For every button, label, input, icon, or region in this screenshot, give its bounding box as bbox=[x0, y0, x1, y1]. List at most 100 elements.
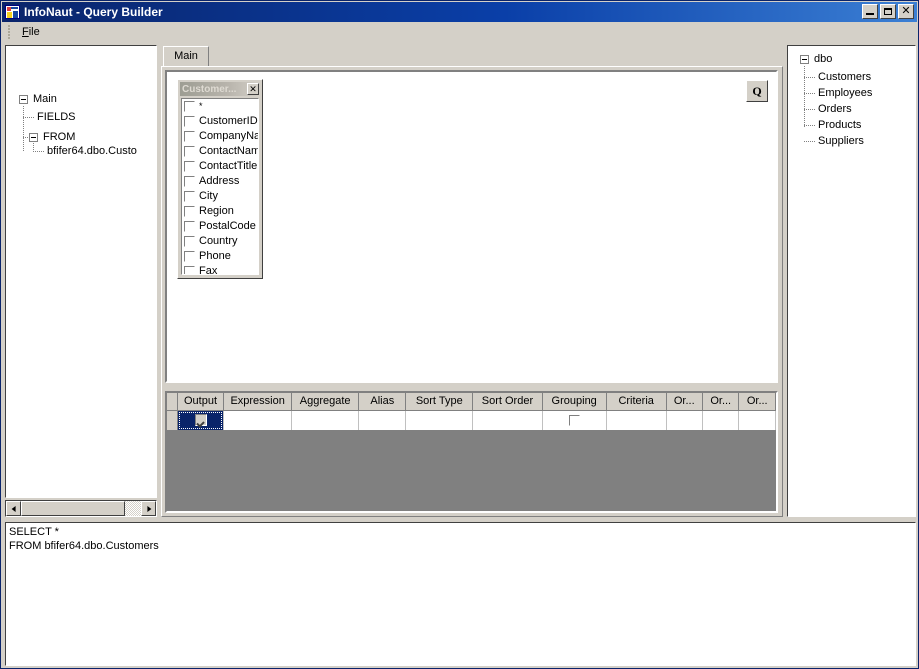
schema-tree-panel[interactable]: dbo Customers Employees Orders Products … bbox=[787, 45, 916, 517]
tree-node-fields[interactable]: FIELDS bbox=[37, 110, 76, 124]
menu-item-file-label-rest: ile bbox=[29, 26, 40, 38]
list-item[interactable]: PostalCode bbox=[182, 219, 258, 234]
field-checkbox[interactable] bbox=[184, 161, 195, 172]
grid-header-output[interactable]: Output bbox=[177, 393, 224, 410]
grid-cell-sort-order[interactable] bbox=[473, 410, 542, 430]
list-item[interactable]: ContactName bbox=[182, 144, 258, 159]
list-item[interactable]: CustomerID bbox=[182, 114, 258, 129]
grouping-checkbox[interactable] bbox=[569, 415, 580, 426]
tree-connector-vertical-dbo bbox=[804, 66, 805, 128]
field-checkbox[interactable] bbox=[184, 206, 195, 217]
grid-header-criteria[interactable]: Criteria bbox=[606, 393, 666, 410]
list-item[interactable]: Fax bbox=[182, 264, 258, 275]
grid-cell-alias[interactable] bbox=[359, 410, 406, 430]
field-checkbox[interactable] bbox=[184, 101, 195, 112]
grid-cell-grouping[interactable] bbox=[542, 410, 606, 430]
grid-header-alias[interactable]: Alias bbox=[359, 393, 406, 410]
field-label: City bbox=[199, 190, 218, 203]
field-label: CompanyName bbox=[199, 130, 259, 143]
list-item[interactable]: ContactTitle bbox=[182, 159, 258, 174]
grid-cell-expression[interactable] bbox=[224, 410, 292, 430]
tab-body: Q Customer... ✕ * CustomerID CompanyName… bbox=[161, 66, 783, 517]
list-item[interactable]: * bbox=[182, 99, 258, 114]
field-checkbox[interactable] bbox=[184, 236, 195, 247]
list-item[interactable]: Region bbox=[182, 204, 258, 219]
grid-header-grouping[interactable]: Grouping bbox=[542, 393, 606, 410]
run-query-button[interactable]: Q bbox=[746, 80, 768, 102]
sql-preview[interactable]: SELECT * FROM bfifer64.dbo.Customers bbox=[5, 522, 916, 666]
grid-header-or-3[interactable]: Or... bbox=[739, 393, 776, 410]
maximize-button[interactable] bbox=[880, 4, 896, 19]
grid-header-or-2[interactable]: Or... bbox=[703, 393, 739, 410]
menu-gripper[interactable] bbox=[5, 24, 13, 39]
grid-cell-or-3[interactable] bbox=[739, 410, 776, 430]
tree-node-from[interactable]: FROM bbox=[43, 130, 75, 144]
minimize-button[interactable] bbox=[862, 4, 878, 19]
scroll-left-icon[interactable] bbox=[6, 501, 21, 516]
tree-node-customers[interactable]: Customers bbox=[818, 70, 871, 84]
tree-expander-main[interactable] bbox=[19, 95, 28, 104]
field-checkbox[interactable] bbox=[184, 131, 195, 142]
application-window: InfoNaut - Query Builder ✕ File Main FIE… bbox=[0, 0, 919, 669]
list-item[interactable]: City bbox=[182, 189, 258, 204]
tree-expander-from[interactable] bbox=[29, 133, 38, 142]
tree-connector-vertical bbox=[23, 106, 24, 151]
tree-expander-dbo[interactable] bbox=[800, 55, 809, 64]
diagram-canvas[interactable]: Q Customer... ✕ * CustomerID CompanyName… bbox=[165, 70, 778, 383]
grid-cell-sort-type[interactable] bbox=[406, 410, 473, 430]
window-controls: ✕ bbox=[862, 4, 914, 19]
table-row[interactable] bbox=[167, 410, 776, 430]
field-label: Address bbox=[199, 175, 239, 188]
tab-strip: Main bbox=[161, 45, 783, 67]
list-item[interactable]: CompanyName bbox=[182, 129, 258, 144]
scroll-track[interactable] bbox=[21, 501, 141, 516]
grid-header-aggregate[interactable]: Aggregate bbox=[291, 393, 358, 410]
grid-cell-or-2[interactable] bbox=[703, 410, 739, 430]
field-checkbox[interactable] bbox=[184, 251, 195, 262]
list-item[interactable]: Phone bbox=[182, 249, 258, 264]
tree-node-suppliers[interactable]: Suppliers bbox=[818, 134, 864, 148]
menu-bar: File bbox=[2, 22, 917, 41]
grid-header-sort-order[interactable]: Sort Order bbox=[473, 393, 542, 410]
tree-node-products[interactable]: Products bbox=[818, 118, 861, 132]
close-button[interactable]: ✕ bbox=[898, 4, 914, 19]
list-item[interactable]: Country bbox=[182, 234, 258, 249]
tree-node-orders[interactable]: Orders bbox=[818, 102, 852, 116]
field-label: ContactTitle bbox=[199, 160, 257, 173]
table-window-close-icon[interactable]: ✕ bbox=[247, 83, 259, 95]
field-checkbox[interactable] bbox=[184, 221, 195, 232]
grid-cell-criteria[interactable] bbox=[606, 410, 666, 430]
grid-corner-header bbox=[167, 393, 177, 410]
field-label: * bbox=[199, 100, 203, 113]
grid-row-header[interactable] bbox=[167, 410, 177, 430]
scroll-thumb[interactable] bbox=[21, 501, 125, 516]
grid-cell-aggregate[interactable] bbox=[291, 410, 358, 430]
scroll-right-icon[interactable] bbox=[141, 501, 156, 516]
criteria-grid-table: Output Expression Aggregate Alias Sort T… bbox=[167, 393, 776, 431]
menu-item-file[interactable]: File bbox=[15, 24, 47, 40]
field-checkbox[interactable] bbox=[184, 191, 195, 202]
tree-node-main[interactable]: Main bbox=[33, 92, 57, 106]
tree-node-dbo[interactable]: dbo bbox=[814, 52, 832, 66]
table-window-customers[interactable]: Customer... ✕ * CustomerID CompanyName C… bbox=[177, 79, 263, 279]
criteria-grid[interactable]: Output Expression Aggregate Alias Sort T… bbox=[165, 391, 778, 513]
grid-header-sort-type[interactable]: Sort Type bbox=[406, 393, 473, 410]
query-structure-hscrollbar[interactable] bbox=[5, 500, 157, 517]
table-window-caption[interactable]: Customer... ✕ bbox=[180, 82, 260, 96]
field-checkbox[interactable] bbox=[184, 116, 195, 127]
grid-cell-or-1[interactable] bbox=[666, 410, 702, 430]
field-label: Country bbox=[199, 235, 238, 248]
table-field-list[interactable]: * CustomerID CompanyName ContactName Con… bbox=[181, 98, 259, 275]
grid-header-or-1[interactable]: Or... bbox=[666, 393, 702, 410]
grid-header-expression[interactable]: Expression bbox=[224, 393, 292, 410]
tree-node-from-table[interactable]: bfifer64.dbo.Custo bbox=[47, 144, 137, 158]
field-label: Phone bbox=[199, 250, 231, 263]
tab-main[interactable]: Main bbox=[163, 46, 209, 67]
query-structure-tree[interactable]: Main FIELDS FROM bfifer64.dbo.Custo bbox=[5, 45, 157, 498]
field-checkbox[interactable] bbox=[184, 146, 195, 157]
tree-node-employees[interactable]: Employees bbox=[818, 86, 872, 100]
grid-cell-output[interactable] bbox=[177, 410, 224, 430]
list-item[interactable]: Address bbox=[182, 174, 258, 189]
field-checkbox[interactable] bbox=[184, 176, 195, 187]
field-checkbox[interactable] bbox=[184, 266, 195, 275]
